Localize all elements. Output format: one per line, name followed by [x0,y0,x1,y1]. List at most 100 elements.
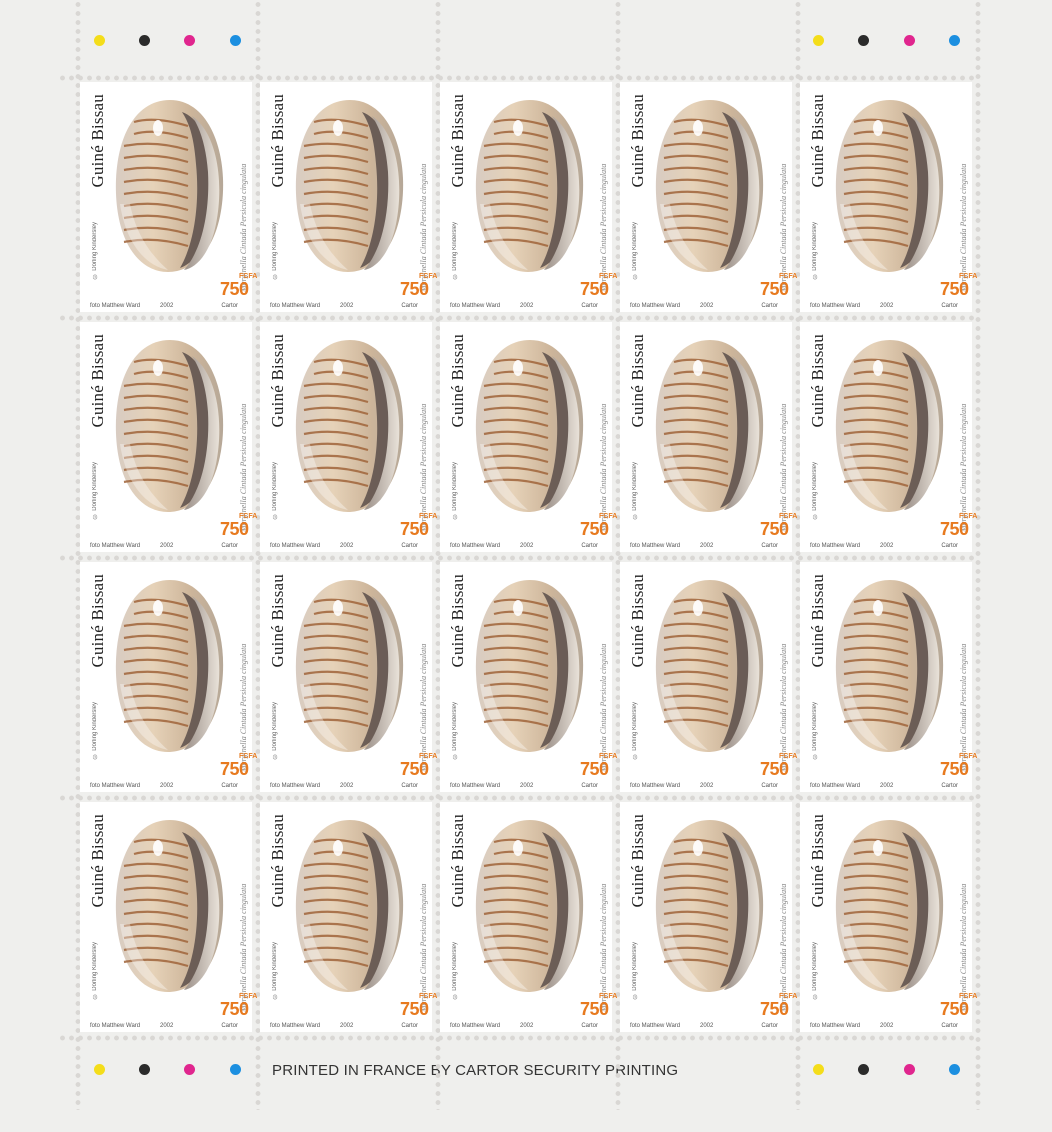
shell-illustration [470,574,590,754]
registration-dot [904,1064,915,1075]
stamp-photo-credit: foto Matthew Ward [90,303,141,309]
perforation-row [58,315,978,321]
stamp-copyright: © Dorling Kindersley [812,702,818,759]
stamp-value: 750 [220,999,249,1019]
stamp-value: 750 [220,279,249,299]
stamp-value: 750 [400,999,429,1019]
registration-dot [949,35,960,46]
stamp-value: 750 [400,519,429,539]
stamp-currency: FCFA [959,993,978,1000]
stamp-printer: Cartor [581,783,598,789]
stamp-species: Marginella Cintada Persicula cingulata [419,883,428,1012]
stamp-year: 2002 [340,783,354,789]
registration-dot [184,35,195,46]
registration-dot [139,35,150,46]
stamp-currency: FCFA [239,993,258,1000]
stamp-value: 750 [940,519,969,539]
shell-illustration [830,334,950,514]
stamp-printer: Cartor [581,303,598,309]
stamp-country: Guiné Bissau [448,334,467,428]
stamp-country: Guiné Bissau [628,94,647,188]
stamp-printer: Cartor [401,303,418,309]
stamp-country: Guiné Bissau [628,814,647,908]
stamp: Guiné Bissau Marginella Cintada Persicul… [620,322,797,552]
stamp-value: 750 [400,759,429,779]
stamp: Guiné Bissau Marginella Cintada Persicul… [440,322,617,552]
registration-dot [94,1064,105,1075]
stamp-printer: Cartor [401,783,418,789]
stamp-country: Guiné Bissau [448,814,467,908]
stamp-currency: FCFA [239,753,258,760]
stamp-currency: FCFA [959,753,978,760]
stamp-value: 750 [760,279,789,299]
stamp-printer: Cartor [941,303,958,309]
stamp-year: 2002 [340,543,354,549]
stamp-sheet: PRINTED IN FRANCE BY CARTOR SECURITY PRI… [0,0,1052,1132]
stamp-copyright: © Dorling Kindersley [272,702,278,759]
shell-illustration [110,94,230,274]
stamp-currency: FCFA [779,753,798,760]
stamp-country: Guiné Bissau [88,574,107,668]
shell-illustration [830,574,950,754]
stamp-species: Marginella Cintada Persicula cingulata [599,163,608,292]
registration-dot [813,35,824,46]
stamp-species: Marginella Cintada Persicula cingulata [959,403,968,532]
stamp: Guiné Bissau Marginella Cintada Persicul… [800,322,977,552]
stamp-printer: Cartor [221,1023,238,1029]
stamp-year: 2002 [880,783,894,789]
stamp-copyright: © Dorling Kindersley [92,942,98,999]
stamp-species: Marginella Cintada Persicula cingulata [959,163,968,292]
stamp-photo-credit: foto Matthew Ward [630,543,681,549]
stamp-currency: FCFA [599,273,618,280]
stamp-species: Marginella Cintada Persicula cingulata [239,403,248,532]
stamp-printer: Cartor [761,1023,778,1029]
shell-illustration [470,814,590,994]
stamp-photo-credit: foto Matthew Ward [270,543,321,549]
stamp-photo-credit: foto Matthew Ward [450,543,501,549]
stamp-species: Marginella Cintada Persicula cingulata [599,643,608,772]
shell-illustration [830,814,950,994]
stamp-printer: Cartor [581,1023,598,1029]
stamp-country: Guiné Bissau [808,814,827,908]
stamp-country: Guiné Bissau [268,334,287,428]
stamp-species: Marginella Cintada Persicula cingulata [779,163,788,292]
stamp-currency: FCFA [959,513,978,520]
stamp-species: Marginella Cintada Persicula cingulata [599,883,608,1012]
stamp-currency: FCFA [419,273,438,280]
stamp-copyright: © Dorling Kindersley [812,462,818,519]
stamp-value: 750 [940,279,969,299]
stamp-photo-credit: foto Matthew Ward [90,783,141,789]
stamp-country: Guiné Bissau [808,94,827,188]
stamp-country: Guiné Bissau [448,94,467,188]
stamp-year: 2002 [520,1023,534,1029]
stamp-species: Marginella Cintada Persicula cingulata [779,643,788,772]
stamp-year: 2002 [700,303,714,309]
stamp-value: 750 [940,999,969,1019]
stamp-copyright: © Dorling Kindersley [632,942,638,999]
stamp-year: 2002 [340,1023,354,1029]
stamp-country: Guiné Bissau [268,574,287,668]
perforation-row [58,795,978,801]
stamp-currency: FCFA [419,753,438,760]
stamp-copyright: © Dorling Kindersley [272,222,278,279]
perforation-column [975,0,981,1110]
stamp-currency: FCFA [599,993,618,1000]
stamp: Guiné Bissau Marginella Cintada Persicul… [440,562,617,792]
stamp-photo-credit: foto Matthew Ward [270,783,321,789]
stamp-copyright: © Dorling Kindersley [92,462,98,519]
stamp-copyright: © Dorling Kindersley [632,222,638,279]
stamp-value: 750 [760,759,789,779]
stamp-photo-credit: foto Matthew Ward [810,783,861,789]
stamp-copyright: © Dorling Kindersley [452,462,458,519]
stamp-currency: FCFA [959,273,978,280]
stamp-currency: FCFA [239,513,258,520]
stamp-printer: Cartor [941,543,958,549]
registration-dot [230,1064,241,1075]
stamp-country: Guiné Bissau [88,94,107,188]
stamp-photo-credit: foto Matthew Ward [810,1023,861,1029]
stamp-currency: FCFA [779,273,798,280]
stamp-photo-credit: foto Matthew Ward [270,1023,321,1029]
stamp-year: 2002 [880,303,894,309]
stamp-year: 2002 [700,1023,714,1029]
stamp-printer: Cartor [221,783,238,789]
